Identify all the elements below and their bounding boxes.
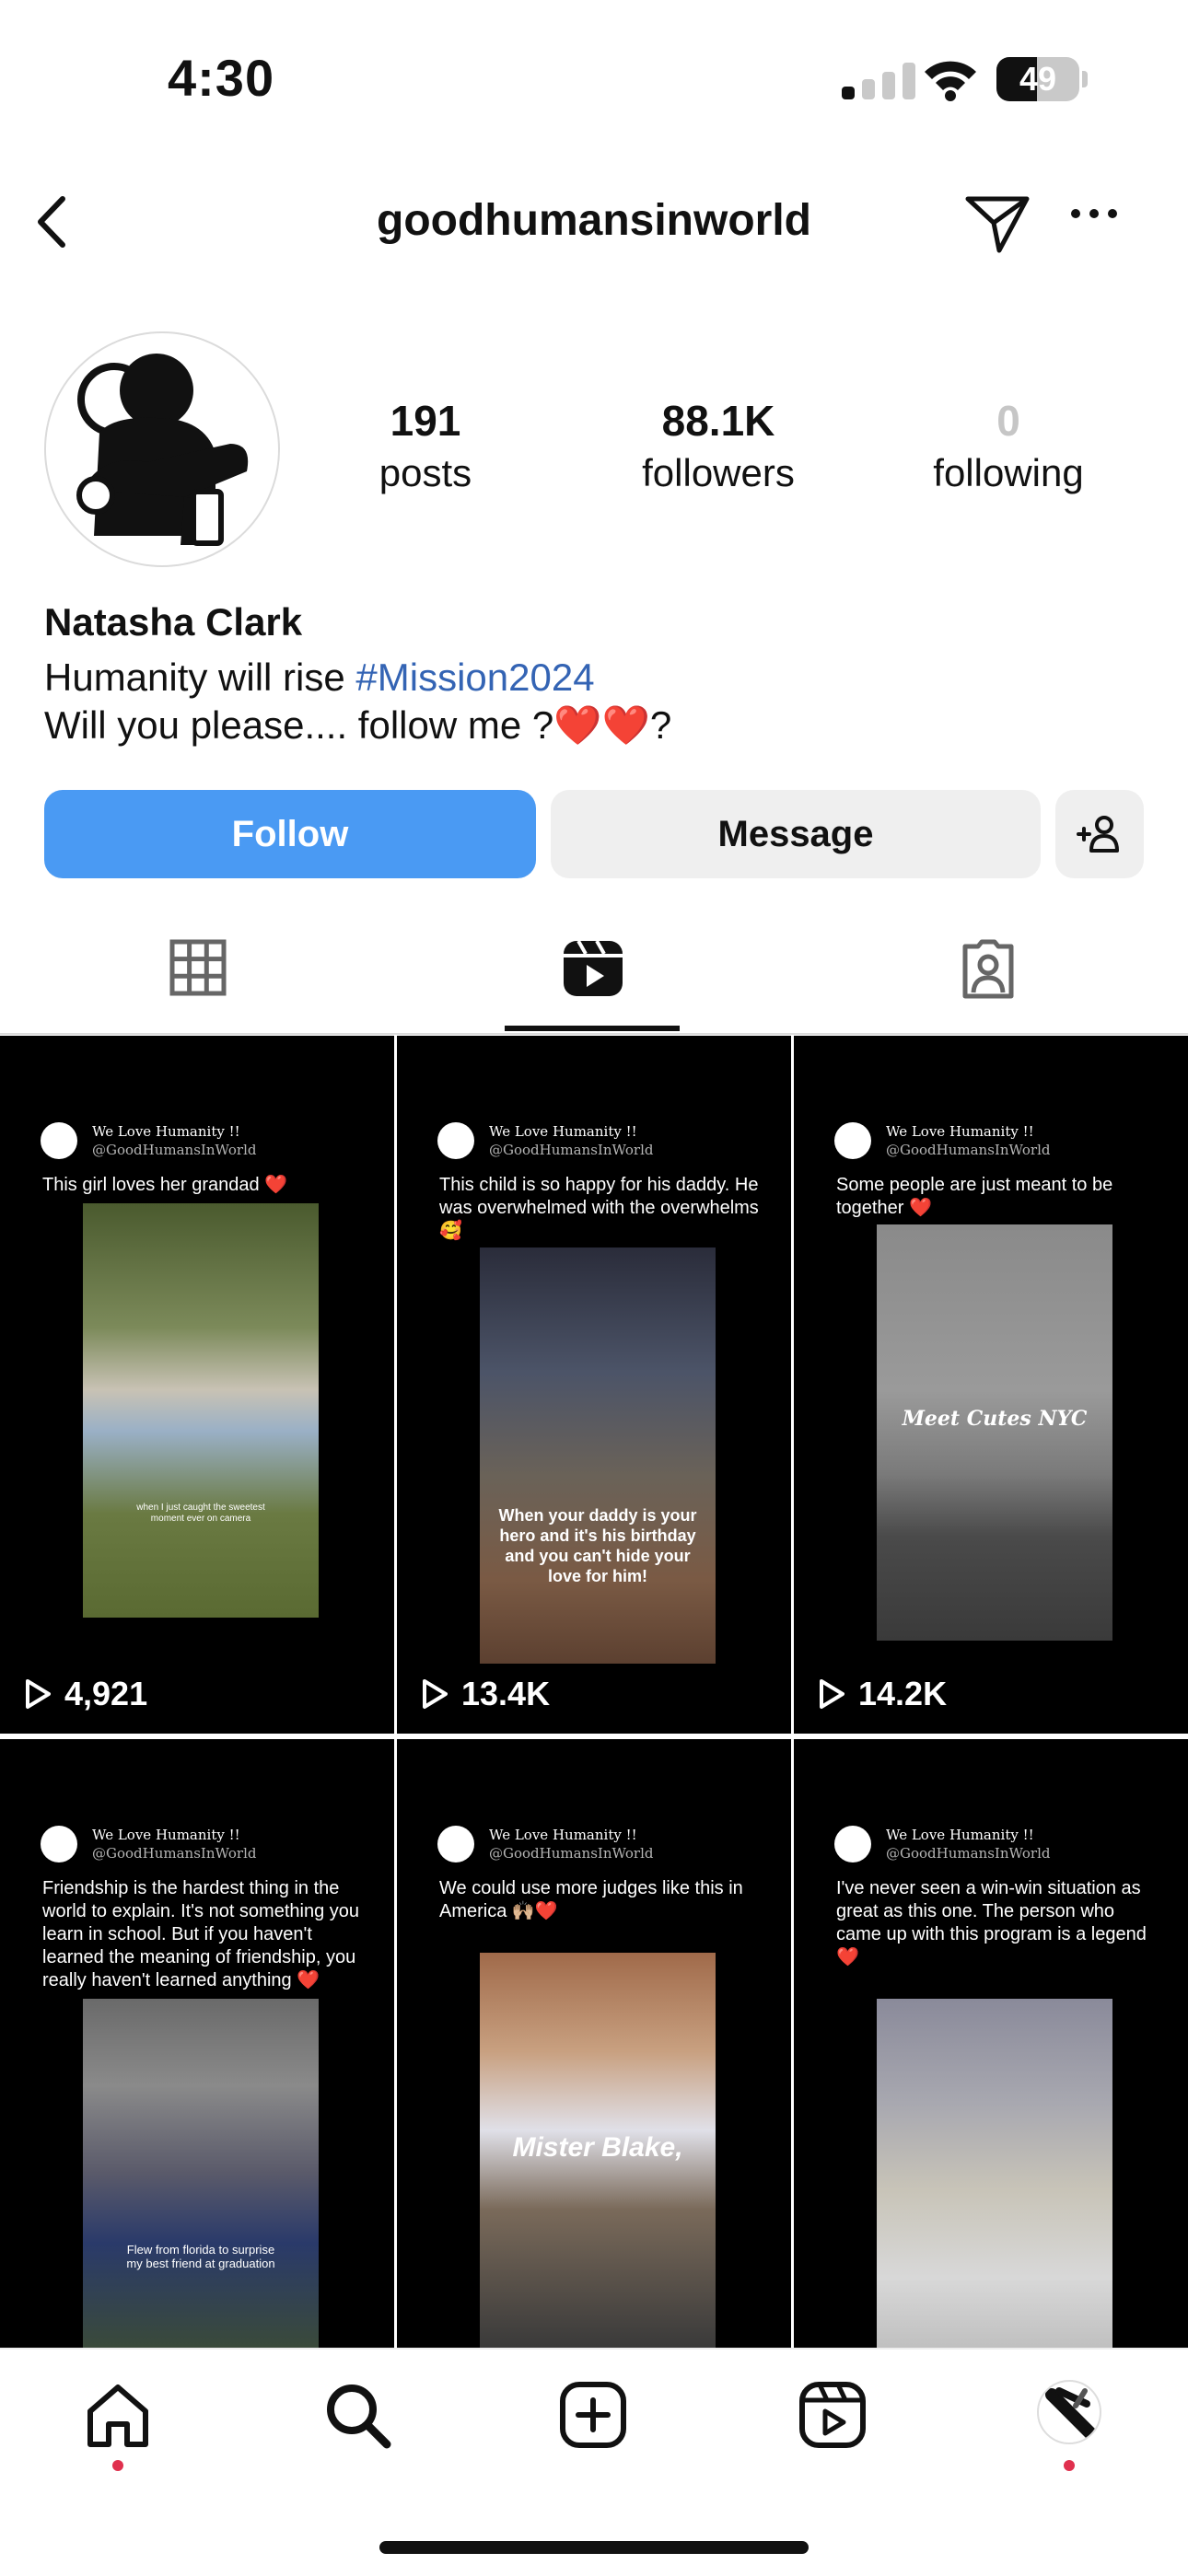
bio-line-2: Will you please.... follow me ?❤️❤️? [44, 703, 671, 748]
posts-value: 191 [390, 397, 461, 445]
view-count-value: 14.2K [858, 1675, 948, 1712]
post-caption: Some people are just meant to be togethe… [836, 1175, 1113, 1218]
home-icon[interactable] [83, 2380, 153, 2450]
post-header: We Love Humanity !! @GoodHumansInWorld [437, 1826, 654, 1862]
account-logo [437, 1122, 474, 1159]
post-header: We Love Humanity !! @GoodHumansInWorld [437, 1122, 654, 1159]
account-handle: @GoodHumansInWorld [886, 1142, 1051, 1158]
profile-avatar[interactable] [44, 331, 280, 567]
video-thumbnail: Mister Blake, [480, 1953, 716, 2348]
account-logo [834, 1826, 871, 1862]
account-handle: @GoodHumansInWorld [92, 1142, 257, 1158]
following-label: following [933, 451, 1084, 494]
reels-grid: We Love Humanity !! @GoodHumansInWorld Th… [0, 1036, 1188, 2348]
video-overlay-text: Mister Blake, [512, 2132, 683, 2163]
post-caption: This child is so happy for his daddy. He… [439, 1175, 759, 1241]
home-notification-dot [112, 2460, 123, 2471]
video-overlay-text: when I just caught the sweetest moment e… [136, 1503, 265, 1524]
post-caption: We could use more judges like this in Am… [439, 1878, 743, 1921]
video-overlay-text: Meet Cutes NYC [902, 1407, 1088, 1431]
more-horizontal-icon[interactable] [1068, 204, 1120, 223]
battery-percentage: 49 [1019, 60, 1057, 98]
following-value: 0 [996, 397, 1020, 445]
active-tab-indicator [505, 1026, 680, 1031]
followers-label: followers [642, 451, 795, 494]
bio-text-2: Will you please.... follow me ? [44, 703, 554, 747]
follow-button[interactable]: Follow [44, 790, 536, 878]
status-time: 4:30 [168, 49, 275, 107]
reel-post[interactable]: We Love Humanity !! @GoodHumansInWorld Th… [397, 1036, 791, 1734]
account-name: We Love Humanity !! [489, 1123, 637, 1140]
battery-indicator: 49 [996, 57, 1089, 101]
wifi-icon [925, 61, 976, 101]
posts-count: 191 posts [306, 396, 545, 495]
view-count-value: 13.4K [461, 1675, 551, 1712]
play-icon [26, 1679, 51, 1709]
hashtag-link[interactable]: #Mission2024 [355, 656, 594, 699]
profile-notification-dot [1064, 2460, 1075, 2471]
account-handle: @GoodHumansInWorld [489, 1142, 654, 1158]
post-caption: Friendship is the hardest thing in the w… [42, 1878, 360, 1990]
reel-post[interactable]: We Love Humanity !! @GoodHumansInWorld Th… [0, 1036, 394, 1734]
account-handle: @GoodHumansInWorld [489, 1845, 654, 1862]
post-header: We Love Humanity !! @GoodHumansInWorld [41, 1122, 257, 1159]
profile-name: Natasha Clark [44, 600, 303, 644]
profile-avatar-tab[interactable] [1037, 2380, 1101, 2444]
heart-emojis: ❤️❤️ [553, 703, 650, 747]
reel-post[interactable]: We Love Humanity !! @GoodHumansInWorld So… [794, 1036, 1188, 1734]
account-logo [834, 1122, 871, 1159]
account-name: We Love Humanity !! [92, 1123, 240, 1140]
bio-end: ? [649, 703, 672, 747]
home-indicator [379, 2541, 809, 2554]
hug-logo-icon [76, 354, 249, 546]
view-count: 13.4K [421, 1675, 550, 1713]
account-name: We Love Humanity !! [489, 1827, 637, 1843]
reel-post[interactable]: We Love Humanity !! @GoodHumansInWorld Fr… [0, 1739, 394, 2348]
message-button[interactable]: Message [551, 790, 1041, 878]
account-name: We Love Humanity !! [92, 1827, 240, 1843]
view-count: 14.2K [818, 1675, 947, 1713]
post-header: We Love Humanity !! @GoodHumansInWorld [834, 1122, 1051, 1159]
reels-icon[interactable] [798, 2380, 868, 2450]
followers-value: 88.1K [661, 397, 775, 445]
account-handle: @GoodHumansInWorld [92, 1845, 257, 1862]
video-thumbnail: When your daddy is your hero and it's hi… [480, 1247, 716, 1664]
video-overlay-text: When your daddy is your hero and it's hi… [498, 1506, 697, 1585]
view-count: 4,921 [24, 1675, 147, 1713]
video-overlay-text: Flew from florida to surprise my best fr… [126, 2243, 275, 2270]
add-user-icon [1077, 816, 1119, 853]
following-count[interactable]: 0 following [889, 396, 1128, 495]
posts-label: posts [379, 451, 472, 494]
play-icon [423, 1679, 448, 1709]
paper-plane-icon[interactable] [962, 191, 1032, 256]
account-name: We Love Humanity !! [886, 1123, 1034, 1140]
video-thumbnail: when I just caught the sweetest moment e… [83, 1203, 319, 1618]
tab-divider [0, 1033, 1188, 1035]
post-caption: I've never seen a win-win situation as g… [836, 1878, 1147, 1967]
search-icon[interactable] [322, 2380, 392, 2450]
video-thumbnail: Meet Cutes NYC [877, 1224, 1112, 1641]
play-icon [820, 1679, 844, 1709]
bio-line-1: Humanity will rise #Mission2024 [44, 656, 595, 700]
video-thumbnail [877, 1999, 1112, 2348]
add-user-button[interactable] [1055, 790, 1144, 878]
video-thumbnail: Flew from florida to surprise my best fr… [83, 1999, 319, 2348]
followers-count[interactable]: 88.1K followers [599, 396, 838, 495]
view-count-value: 4,921 [64, 1675, 148, 1712]
account-logo [437, 1826, 474, 1862]
tagged-icon[interactable] [958, 939, 1019, 1000]
account-name: We Love Humanity !! [886, 1827, 1034, 1843]
reels-icon[interactable] [562, 939, 624, 998]
reel-post[interactable]: We Love Humanity !! @GoodHumansInWorld I'… [794, 1739, 1188, 2348]
post-header: We Love Humanity !! @GoodHumansInWorld [41, 1826, 257, 1862]
create-icon[interactable] [558, 2380, 628, 2450]
reel-post[interactable]: We Love Humanity !! @GoodHumansInWorld We… [397, 1739, 791, 2348]
account-logo [41, 1826, 77, 1862]
account-handle: @GoodHumansInWorld [886, 1845, 1051, 1862]
grid-icon[interactable] [169, 939, 227, 996]
post-header: We Love Humanity !! @GoodHumansInWorld [834, 1826, 1051, 1862]
post-caption: This girl loves her grandad ❤️ [42, 1175, 288, 1195]
account-logo [41, 1122, 77, 1159]
bio-text: Humanity will rise [44, 656, 356, 699]
